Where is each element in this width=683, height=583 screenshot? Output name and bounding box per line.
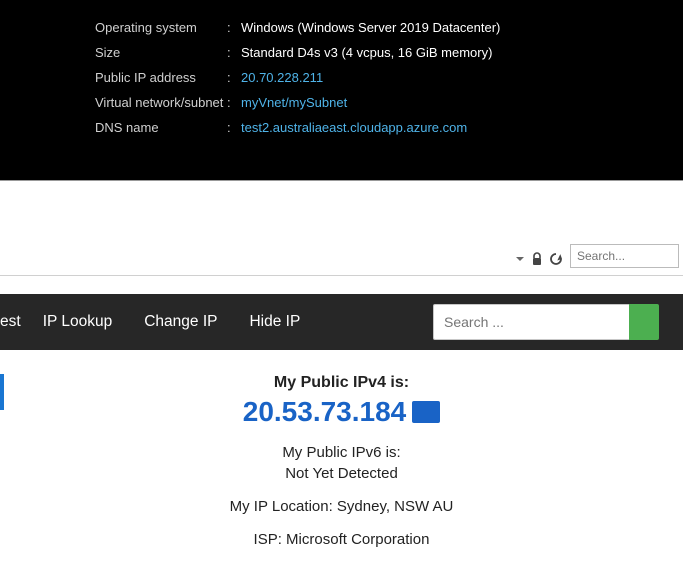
ipv6-value: Not Yet Detected: [0, 465, 683, 482]
property-label: Public IP address: [95, 70, 227, 85]
property-label: Virtual network/subnet: [95, 95, 227, 110]
ipv4-title: My Public IPv4 is:: [0, 374, 683, 392]
property-size: Size : Standard D4s v3 (4 vcpus, 16 GiB …: [95, 45, 683, 60]
browser-search-input[interactable]: [570, 244, 679, 268]
property-separator: :: [227, 95, 241, 110]
property-value: Standard D4s v3 (4 vcpus, 16 GiB memory): [241, 45, 492, 60]
refresh-icon[interactable]: [549, 252, 563, 266]
property-label: Size: [95, 45, 227, 60]
site-search-input[interactable]: [433, 304, 629, 340]
isp: ISP: Microsoft Corporation: [0, 531, 683, 548]
property-separator: :: [227, 20, 241, 35]
nav-item-truncated[interactable]: est: [0, 313, 21, 331]
content-panel: My Public IPv4 is: 20.53.73.184 My Publi…: [0, 350, 683, 548]
copy-ip-badge[interactable]: [412, 401, 440, 423]
property-label: Operating system: [95, 20, 227, 35]
azure-vm-properties-panel: Operating system : Windows (Windows Serv…: [0, 0, 683, 180]
ipv4-value: 20.53.73.184: [243, 396, 407, 428]
public-ip-link[interactable]: 20.70.228.211: [241, 70, 323, 85]
nav-item-ip-lookup[interactable]: IP Lookup: [43, 313, 113, 331]
vnet-link[interactable]: myVnet/mySubnet: [241, 95, 347, 110]
site-nav: est IP Lookup Change IP Hide IP: [0, 294, 683, 350]
nav-item-hide-ip[interactable]: Hide IP: [249, 313, 300, 331]
property-value: Windows (Windows Server 2019 Datacenter): [241, 20, 500, 35]
dropdown-icon[interactable]: [515, 254, 525, 264]
ip-location: My IP Location: Sydney, NSW AU: [0, 498, 683, 515]
nav-item-change-ip[interactable]: Change IP: [144, 313, 217, 331]
site-search-button[interactable]: [629, 304, 659, 340]
property-separator: :: [227, 70, 241, 85]
ipv6-title: My Public IPv6 is:: [0, 444, 683, 461]
property-os: Operating system : Windows (Windows Serv…: [95, 20, 683, 35]
gap: [0, 276, 683, 294]
property-separator: :: [227, 120, 241, 135]
lock-icon[interactable]: [531, 252, 543, 266]
property-dns: DNS name : test2.australiaeast.cloudapp.…: [95, 120, 683, 135]
accent-bar: [0, 374, 4, 410]
ipv4-row: 20.53.73.184: [243, 396, 441, 428]
property-label: DNS name: [95, 120, 227, 135]
property-public-ip: Public IP address : 20.70.228.211: [95, 70, 683, 85]
property-separator: :: [227, 45, 241, 60]
browser-address-bar-area: [0, 180, 683, 276]
property-vnet: Virtual network/subnet : myVnet/mySubnet: [95, 95, 683, 110]
dns-link[interactable]: test2.australiaeast.cloudapp.azure.com: [241, 120, 467, 135]
